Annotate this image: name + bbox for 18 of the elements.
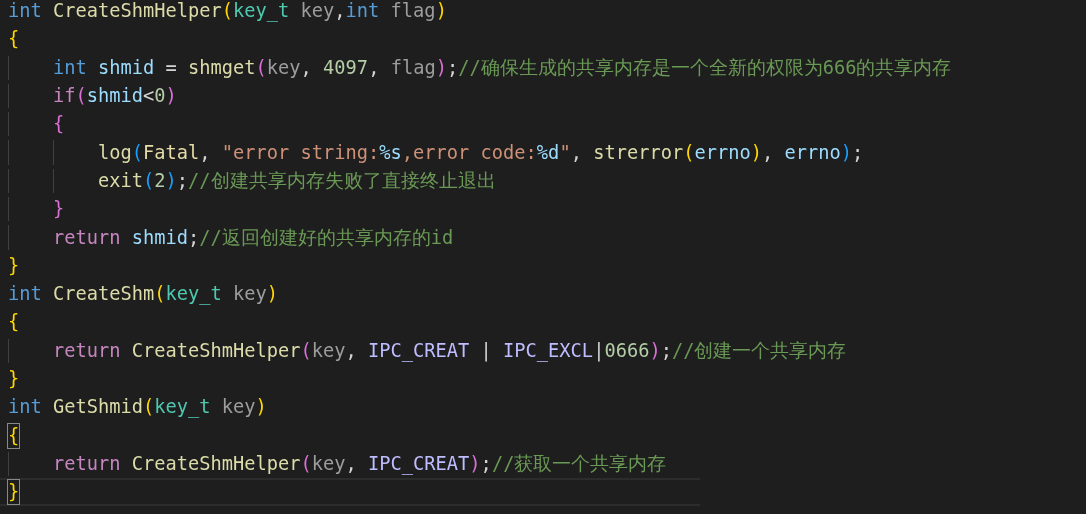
code-line: { (8, 423, 20, 448)
code-line: return CreateShmHelper(key, IPC_CREAT | IPC_EXCL|0666);//创建一个共享内存 (52, 338, 847, 363)
code-line: { (52, 112, 65, 137)
code-line: } (8, 367, 20, 391)
code-line: log(Fatal, "error string:%s,error code:%d", strerror(errno), errno); (97, 140, 864, 165)
code-line: } (52, 197, 65, 222)
code-line: int GetShmid(key_t key) (8, 395, 267, 420)
code-line: exit(2);//创建共享内存失败了直接终止退出 (97, 168, 496, 193)
code-line: int CreateShm(key_t key) (8, 282, 279, 307)
code-line: int CreateShmHelper(key_t key,int flag) (8, 0, 447, 24)
code-line: if(shmid<0) (52, 84, 177, 109)
code-line: return shmid;//返回创建好的共享内存的id (52, 225, 454, 250)
code-line: int shmid = shmget(key, 4097, flag);//确保生成的共享内存是一个全新的权限为666的共享内存 (52, 55, 952, 80)
code-line: } (8, 253, 20, 278)
code-line: { (8, 310, 20, 335)
code-line: { (8, 27, 20, 52)
code-line: return CreateShmHelper(key, IPC_CREAT);//获取一个共享内存 (52, 451, 667, 476)
code-line: } (8, 480, 20, 505)
